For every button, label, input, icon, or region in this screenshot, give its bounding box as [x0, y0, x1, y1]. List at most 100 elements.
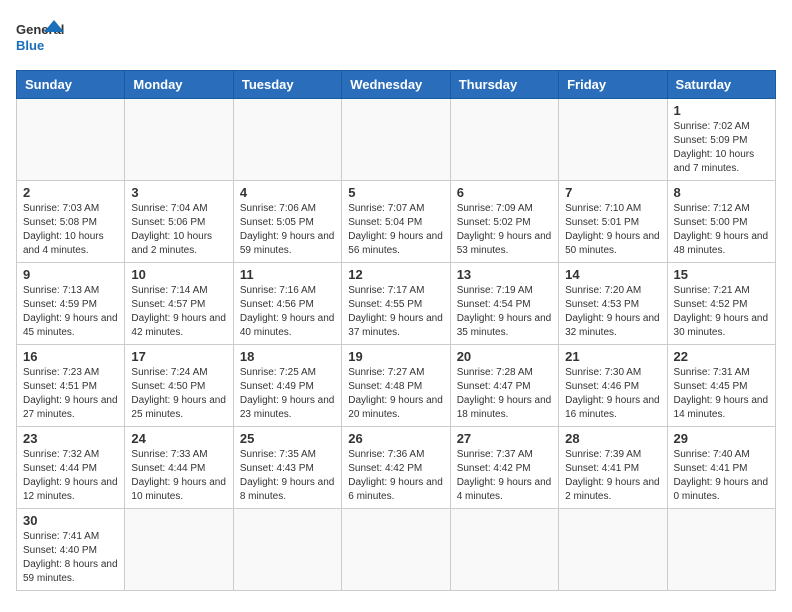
day-info: Sunrise: 7:28 AM Sunset: 4:47 PM Dayligh… — [457, 366, 552, 422]
day-info: Sunrise: 7:04 AM Sunset: 5:06 PM Dayligh… — [131, 202, 226, 258]
day-number: 23 — [23, 431, 118, 446]
day-info: Sunrise: 7:23 AM Sunset: 4:51 PM Dayligh… — [23, 366, 118, 422]
calendar-cell — [342, 509, 450, 591]
day-number: 28 — [565, 431, 660, 446]
day-number: 10 — [131, 267, 226, 282]
day-number: 18 — [240, 349, 335, 364]
calendar-cell: 21 Sunrise: 7:30 AM Sunset: 4:46 PM Dayli… — [559, 345, 667, 427]
day-number: 11 — [240, 267, 335, 282]
day-number: 7 — [565, 185, 660, 200]
day-number: 30 — [23, 513, 118, 528]
day-info: Sunrise: 7:10 AM Sunset: 5:01 PM Dayligh… — [565, 202, 660, 258]
day-number: 13 — [457, 267, 552, 282]
day-info: Sunrise: 7:27 AM Sunset: 4:48 PM Dayligh… — [348, 366, 443, 422]
calendar-cell: 16Sunrise: 7:23 AM Sunset: 4:51 PM Dayli… — [17, 345, 125, 427]
day-number: 8 — [674, 185, 769, 200]
calendar-cell: 22Sunrise: 7:31 AM Sunset: 4:45 PM Dayli… — [667, 345, 775, 427]
calendar-cell: 13 Sunrise: 7:19 AM Sunset: 4:54 PM Dayli… — [450, 263, 558, 345]
day-number: 2 — [23, 185, 118, 200]
calendar-cell: 2 Sunrise: 7:03 AM Sunset: 5:08 PM Daylig… — [17, 181, 125, 263]
day-number: 9 — [23, 267, 118, 282]
svg-text:Blue: Blue — [16, 38, 44, 53]
calendar-table: SundayMondayTuesdayWednesdayThursdayFrid… — [16, 70, 776, 591]
calendar-cell — [559, 99, 667, 181]
logo: General Blue — [16, 16, 66, 58]
day-info: Sunrise: 7:17 AM Sunset: 4:55 PM Dayligh… — [348, 284, 443, 340]
calendar-cell: 29 Sunrise: 7:40 AM Sunset: 4:41 PM Dayli… — [667, 427, 775, 509]
day-number: 19 — [348, 349, 443, 364]
calendar-cell: 3Sunrise: 7:04 AM Sunset: 5:06 PM Daylig… — [125, 181, 233, 263]
calendar-cell: 9 Sunrise: 7:13 AM Sunset: 4:59 PM Daylig… — [17, 263, 125, 345]
day-number: 24 — [131, 431, 226, 446]
calendar-cell: 6 Sunrise: 7:09 AM Sunset: 5:02 PM Daylig… — [450, 181, 558, 263]
day-info: Sunrise: 7:33 AM Sunset: 4:44 PM Dayligh… — [131, 448, 226, 504]
day-info: Sunrise: 7:31 AM Sunset: 4:45 PM Dayligh… — [674, 366, 769, 422]
day-number: 17 — [131, 349, 226, 364]
calendar-cell — [450, 509, 558, 591]
calendar-cell: 24 Sunrise: 7:33 AM Sunset: 4:44 PM Dayli… — [125, 427, 233, 509]
calendar-cell: 1Sunrise: 7:02 AM Sunset: 5:09 PM Daylig… — [667, 99, 775, 181]
calendar-cell — [125, 509, 233, 591]
day-info: Sunrise: 7:21 AM Sunset: 4:52 PM Dayligh… — [674, 284, 769, 340]
calendar-cell: 28 Sunrise: 7:39 AM Sunset: 4:41 PM Dayli… — [559, 427, 667, 509]
day-number: 15 — [674, 267, 769, 282]
day-header-thursday: Thursday — [450, 71, 558, 99]
day-info: Sunrise: 7:19 AM Sunset: 4:54 PM Dayligh… — [457, 284, 552, 340]
calendar-cell — [233, 99, 341, 181]
calendar-cell: 20 Sunrise: 7:28 AM Sunset: 4:47 PM Dayli… — [450, 345, 558, 427]
calendar-cell: 18 Sunrise: 7:25 AM Sunset: 4:49 PM Dayli… — [233, 345, 341, 427]
calendar-cell — [342, 99, 450, 181]
week-row-5: 23 Sunrise: 7:32 AM Sunset: 4:44 PM Dayli… — [17, 427, 776, 509]
calendar-cell — [450, 99, 558, 181]
calendar-cell: 15 Sunrise: 7:21 AM Sunset: 4:52 PM Dayli… — [667, 263, 775, 345]
calendar-cell: 11 Sunrise: 7:16 AM Sunset: 4:56 PM Dayli… — [233, 263, 341, 345]
day-header-sunday: Sunday — [17, 71, 125, 99]
day-info: Sunrise: 7:39 AM Sunset: 4:41 PM Dayligh… — [565, 448, 660, 504]
calendar-cell — [17, 99, 125, 181]
calendar-cell: 25Sunrise: 7:35 AM Sunset: 4:43 PM Dayli… — [233, 427, 341, 509]
calendar-cell: 5 Sunrise: 7:07 AM Sunset: 5:04 PM Daylig… — [342, 181, 450, 263]
day-info: Sunrise: 7:24 AM Sunset: 4:50 PM Dayligh… — [131, 366, 226, 422]
calendar-cell: 23 Sunrise: 7:32 AM Sunset: 4:44 PM Dayli… — [17, 427, 125, 509]
calendar-cell — [559, 509, 667, 591]
logo-svg: General Blue — [16, 16, 66, 58]
calendar-cell: 26 Sunrise: 7:36 AM Sunset: 4:42 PM Dayli… — [342, 427, 450, 509]
day-header-monday: Monday — [125, 71, 233, 99]
week-row-2: 2 Sunrise: 7:03 AM Sunset: 5:08 PM Daylig… — [17, 181, 776, 263]
calendar-cell: 17 Sunrise: 7:24 AM Sunset: 4:50 PM Dayli… — [125, 345, 233, 427]
day-number: 27 — [457, 431, 552, 446]
day-number: 21 — [565, 349, 660, 364]
day-info: Sunrise: 7:37 AM Sunset: 4:42 PM Dayligh… — [457, 448, 552, 504]
day-info: Sunrise: 7:25 AM Sunset: 4:49 PM Dayligh… — [240, 366, 335, 422]
day-info: Sunrise: 7:30 AM Sunset: 4:46 PM Dayligh… — [565, 366, 660, 422]
day-number: 5 — [348, 185, 443, 200]
calendar-cell: 10 Sunrise: 7:14 AM Sunset: 4:57 PM Dayli… — [125, 263, 233, 345]
calendar-cell: 30 Sunrise: 7:41 AM Sunset: 4:40 PM Dayli… — [17, 509, 125, 591]
day-info: Sunrise: 7:36 AM Sunset: 4:42 PM Dayligh… — [348, 448, 443, 504]
calendar-cell — [667, 509, 775, 591]
day-info: Sunrise: 7:40 AM Sunset: 4:41 PM Dayligh… — [674, 448, 769, 504]
day-info: Sunrise: 7:03 AM Sunset: 5:08 PM Dayligh… — [23, 202, 118, 258]
day-number: 29 — [674, 431, 769, 446]
day-header-wednesday: Wednesday — [342, 71, 450, 99]
week-row-3: 9 Sunrise: 7:13 AM Sunset: 4:59 PM Daylig… — [17, 263, 776, 345]
day-info: Sunrise: 7:32 AM Sunset: 4:44 PM Dayligh… — [23, 448, 118, 504]
calendar-cell: 14Sunrise: 7:20 AM Sunset: 4:53 PM Dayli… — [559, 263, 667, 345]
day-header-friday: Friday — [559, 71, 667, 99]
day-info: Sunrise: 7:35 AM Sunset: 4:43 PM Dayligh… — [240, 448, 335, 504]
calendar-cell: 8Sunrise: 7:12 AM Sunset: 5:00 PM Daylig… — [667, 181, 775, 263]
day-number: 14 — [565, 267, 660, 282]
day-header-saturday: Saturday — [667, 71, 775, 99]
day-number: 26 — [348, 431, 443, 446]
day-info: Sunrise: 7:14 AM Sunset: 4:57 PM Dayligh… — [131, 284, 226, 340]
day-info: Sunrise: 7:07 AM Sunset: 5:04 PM Dayligh… — [348, 202, 443, 258]
calendar-cell — [233, 509, 341, 591]
day-info: Sunrise: 7:13 AM Sunset: 4:59 PM Dayligh… — [23, 284, 118, 340]
day-number: 20 — [457, 349, 552, 364]
day-info: Sunrise: 7:09 AM Sunset: 5:02 PM Dayligh… — [457, 202, 552, 258]
calendar-cell: 7 Sunrise: 7:10 AM Sunset: 5:01 PM Daylig… — [559, 181, 667, 263]
day-number: 6 — [457, 185, 552, 200]
day-info: Sunrise: 7:16 AM Sunset: 4:56 PM Dayligh… — [240, 284, 335, 340]
calendar-cell: 12Sunrise: 7:17 AM Sunset: 4:55 PM Dayli… — [342, 263, 450, 345]
day-info: Sunrise: 7:41 AM Sunset: 4:40 PM Dayligh… — [23, 530, 118, 586]
